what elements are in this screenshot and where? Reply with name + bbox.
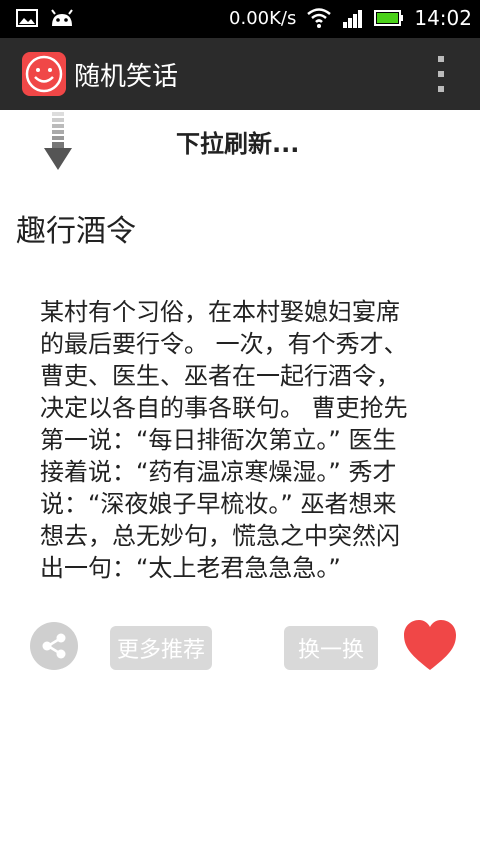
next-joke-button[interactable]: 换一换 [284,626,378,670]
battery-icon [374,10,404,26]
menu-dot [438,86,444,92]
arrow-down-icon [44,112,72,170]
signal-icon [343,10,363,28]
status-bar: 0.00K/s 14:02 [0,0,480,38]
joke-body: 某村有个习俗，在本村娶媳妇宴席 的最后要行令。 一次，有个秀才、 曹吏、医生、巫… [40,298,408,582]
share-icon [42,633,66,659]
image-icon [16,9,38,27]
network-speed: 0.00K/s [229,7,297,29]
app-title: 随机笑话 [74,62,179,92]
more-recommendations-button[interactable]: 更多推荐 [110,626,212,670]
share-button[interactable] [30,622,78,670]
joke-title: 趣行酒令 [16,214,136,249]
overflow-menu-icon[interactable] [436,56,446,92]
status-system-icons: 0.00K/s 14:02 [229,6,472,30]
wifi-icon [307,8,332,28]
pull-to-refresh-text: 下拉刷新... [176,130,300,158]
status-notification-icons [16,8,76,28]
android-icon [51,9,73,26]
app-bar [0,38,480,110]
menu-dot [438,71,444,77]
menu-dot [438,56,444,62]
heart-icon[interactable] [402,618,458,672]
smiley-logo-icon [22,52,66,96]
clock: 14:02 [414,6,472,30]
